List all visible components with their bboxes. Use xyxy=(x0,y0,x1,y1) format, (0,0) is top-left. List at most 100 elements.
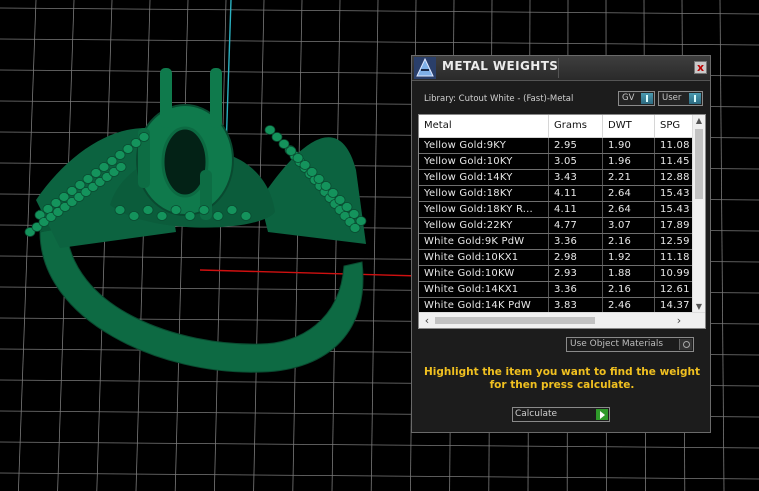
column-header-dwt[interactable]: DWT xyxy=(603,115,655,137)
cell-grams: 3.05 xyxy=(549,154,603,169)
grid-line xyxy=(135,0,151,491)
side-stone xyxy=(341,202,353,212)
grid-line xyxy=(370,0,379,491)
scroll-left-icon[interactable]: ‹ xyxy=(421,313,433,328)
cell-dwt: 2.16 xyxy=(603,282,655,297)
calculate-button[interactable]: Calculate xyxy=(512,407,610,422)
side-stone xyxy=(348,209,360,219)
table-row[interactable]: White Gold:9K PdW 3.36 2.16 12.59 xyxy=(419,234,705,250)
scroll-right-icon[interactable]: › xyxy=(673,313,685,328)
cell-grams: 2.95 xyxy=(549,138,603,153)
cell-metal: Yellow Gold:18KY R... xyxy=(419,202,549,217)
side-stone xyxy=(170,205,182,215)
cell-dwt: 2.21 xyxy=(603,170,655,185)
vertical-scrollbar[interactable]: ▲ ▼ xyxy=(692,115,705,313)
library-label: Library: Cutout White - (Fast)-Metal xyxy=(424,94,574,104)
grid-line xyxy=(18,0,37,491)
side-stone xyxy=(184,211,196,221)
cell-metal: White Gold:10KW xyxy=(419,266,549,281)
side-stone xyxy=(271,132,283,142)
column-header-metal[interactable]: Metal xyxy=(419,115,549,137)
side-stone xyxy=(106,156,118,166)
table-header: Metal Grams DWT SPG xyxy=(419,115,705,138)
table-row[interactable]: White Gold:14KX1 3.36 2.16 12.61 xyxy=(419,282,705,298)
side-stone xyxy=(306,167,318,177)
side-stone xyxy=(278,139,290,149)
side-stone xyxy=(114,205,126,215)
table-body: Yellow Gold:9KY 2.95 1.90 11.08 Yellow Gold:… xyxy=(419,138,705,314)
cell-grams: 4.11 xyxy=(549,186,603,201)
cell-dwt: 2.64 xyxy=(603,202,655,217)
cell-metal: White Gold:14KX1 xyxy=(419,282,549,297)
side-stone xyxy=(156,211,168,221)
gv-toggle-label: GV xyxy=(622,93,635,103)
cell-dwt: 3.07 xyxy=(603,218,655,233)
toggle-knob-icon xyxy=(641,93,653,104)
cell-metal: White Gold:14K PdW xyxy=(419,298,549,313)
side-stone xyxy=(313,174,325,184)
calculate-label: Calculate xyxy=(515,409,558,419)
metal-table[interactable]: Metal Grams DWT SPG Yellow Gold:9KY 2.95 1… xyxy=(418,114,706,329)
table-row[interactable]: White Gold:10KX1 2.98 1.92 11.18 xyxy=(419,250,705,266)
side-stone xyxy=(226,205,238,215)
side-stone xyxy=(240,211,252,221)
side-stone xyxy=(292,153,304,163)
x-axis-line xyxy=(199,269,421,277)
side-stone xyxy=(299,160,311,170)
panel-title: METAL WEIGHTS xyxy=(442,59,559,73)
side-stone xyxy=(114,150,126,160)
cell-dwt: 1.90 xyxy=(603,138,655,153)
grid-line xyxy=(0,38,759,46)
horizontal-scrollbar[interactable]: ‹ › xyxy=(419,312,705,328)
side-stone xyxy=(334,195,346,205)
side-stone xyxy=(320,181,332,191)
table-row[interactable]: Yellow Gold:22KY 4.77 3.07 17.89 xyxy=(419,218,705,234)
side-stone xyxy=(130,138,142,148)
cell-dwt: 2.46 xyxy=(603,298,655,313)
panel-titlebar[interactable]: METAL WEIGHTS x xyxy=(412,56,710,81)
use-object-materials-label: Use Object Materials xyxy=(570,339,664,349)
side-stone xyxy=(138,132,150,142)
grid-line xyxy=(0,7,759,15)
horizontal-scroll-thumb[interactable] xyxy=(435,317,595,324)
column-header-grams[interactable]: Grams xyxy=(549,115,603,137)
metal-weights-panel: METAL WEIGHTS x Library: Cutout White - … xyxy=(411,55,711,433)
cell-dwt: 1.96 xyxy=(603,154,655,169)
cell-metal: Yellow Gold:14KY xyxy=(419,170,549,185)
user-toggle[interactable]: User xyxy=(658,91,703,106)
side-stone xyxy=(349,223,361,233)
table-row[interactable]: White Gold:10KW 2.93 1.88 10.99 xyxy=(419,266,705,282)
table-row[interactable]: Yellow Gold:18KY R... 4.11 2.64 15.43 xyxy=(419,202,705,218)
user-toggle-label: User xyxy=(662,93,682,103)
cell-metal: White Gold:9K PdW xyxy=(419,234,549,249)
table-row[interactable]: Yellow Gold:9KY 2.95 1.90 11.08 xyxy=(419,138,705,154)
cell-grams: 3.83 xyxy=(549,298,603,313)
cell-dwt: 2.64 xyxy=(603,186,655,201)
table-row[interactable]: Yellow Gold:10KY 3.05 1.96 11.45 xyxy=(419,154,705,170)
table-row[interactable]: Yellow Gold:14KY 3.43 2.21 12.88 xyxy=(419,170,705,186)
side-stone xyxy=(98,162,110,172)
metal-weights-app-icon xyxy=(414,57,436,79)
table-row[interactable]: Yellow Gold:18KY 4.11 2.64 15.43 xyxy=(419,186,705,202)
use-object-materials-toggle[interactable]: Use Object Materials xyxy=(566,337,694,352)
cell-metal: Yellow Gold:9KY xyxy=(419,138,549,153)
cell-metal: Yellow Gold:18KY xyxy=(419,186,549,201)
cell-grams: 3.36 xyxy=(549,234,603,249)
cell-metal: Yellow Gold:22KY xyxy=(419,218,549,233)
radio-icon xyxy=(679,339,692,350)
side-stone xyxy=(128,211,140,221)
scroll-up-icon[interactable]: ▲ xyxy=(693,115,705,127)
close-icon[interactable]: x xyxy=(694,61,707,74)
cell-grams: 4.11 xyxy=(549,202,603,217)
grid-line xyxy=(174,0,189,491)
gv-toggle[interactable]: GV xyxy=(618,91,655,106)
vertical-scroll-thumb[interactable] xyxy=(695,129,703,199)
side-stone xyxy=(42,204,54,214)
side-stone xyxy=(142,205,154,215)
cell-dwt: 1.92 xyxy=(603,250,655,265)
instruction-text: Highlight the item you want to find the … xyxy=(424,366,700,391)
side-stone xyxy=(198,205,210,215)
side-stone xyxy=(285,146,297,156)
side-stone xyxy=(264,125,276,135)
side-stone xyxy=(50,198,62,208)
